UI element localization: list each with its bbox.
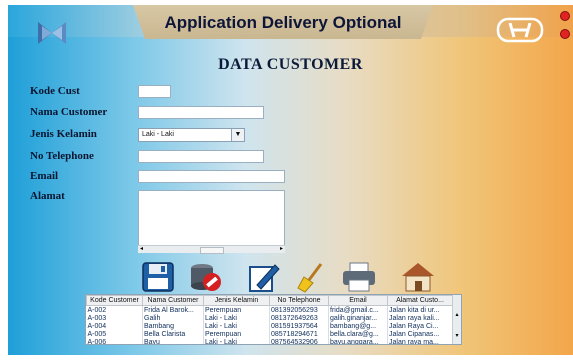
column-header[interactable]: Email: [328, 295, 388, 306]
table-cell: Bayu: [142, 338, 204, 344]
table-cell: 081372649263: [269, 314, 329, 322]
no-telephone-input[interactable]: [138, 150, 264, 163]
table-cell: galih.ginanjar...: [328, 314, 388, 322]
kode-cust-label: Kode Cust: [30, 85, 80, 97]
table-cell: Jalan raya kali...: [387, 314, 453, 322]
dropdown-arrow-icon[interactable]: ▼: [231, 129, 244, 141]
table-cell: Perempuan: [203, 330, 270, 338]
table-cell: A-002: [86, 305, 143, 314]
table-vertical-scrollbar[interactable]: ▴ ▾: [452, 295, 461, 344]
edit-button[interactable]: [244, 259, 284, 295]
home-button[interactable]: [398, 259, 438, 295]
table-cell: Laki - Laki: [203, 314, 270, 322]
customer-table[interactable]: Kode Customer Nama Customer Jenis Kelami…: [85, 294, 462, 345]
table-cell: Jalan kita di ur...: [387, 305, 453, 314]
delete-button[interactable]: [186, 259, 226, 295]
bowtie-logo-icon: [36, 20, 68, 51]
close-icon[interactable]: [560, 29, 570, 39]
clear-icon: [297, 263, 323, 293]
table-cell: Jalan Cipanas...: [387, 330, 453, 338]
edit-icon: [249, 264, 280, 292]
table-cell: Jalan Raya Ci...: [387, 322, 453, 330]
minimize-icon[interactable]: [560, 11, 570, 21]
nama-customer-input[interactable]: [138, 106, 264, 119]
table-cell: bella.clara@g...: [328, 330, 388, 338]
table-cell: Frida Al Barok...: [142, 305, 204, 314]
table-cell: Bambang: [142, 322, 204, 330]
scroll-down-icon[interactable]: ▾: [453, 332, 461, 339]
table-cell: 087564532906: [269, 338, 329, 344]
email-input[interactable]: [138, 170, 285, 183]
table-cell: 085718294671: [269, 330, 329, 338]
table-cell: Jalan raya ma...: [387, 338, 453, 344]
column-header[interactable]: Jenis Kelamin: [203, 295, 270, 306]
table-header-row: Kode Customer Nama Customer Jenis Kelami…: [86, 295, 453, 306]
honda-logo-icon: [496, 17, 544, 48]
no-telephone-label: No Telephone: [30, 150, 94, 162]
app-title: Application Delivery Optional: [164, 13, 402, 32]
nama-customer-label: Nama Customer: [30, 106, 108, 118]
table-cell: A-005: [86, 330, 143, 338]
save-icon: [142, 262, 174, 292]
home-icon: [402, 263, 434, 292]
table-cell: bayu.anggara...: [328, 338, 388, 344]
table-cell: A-004: [86, 322, 143, 330]
scroll-left-icon[interactable]: ◂: [140, 246, 143, 253]
table-cell: 081392056293: [269, 305, 329, 314]
table-row[interactable]: A-005 Bella Clarista Perempuan 085718294671…: [86, 330, 453, 338]
window-controls: [560, 8, 573, 44]
column-header[interactable]: Nama Customer: [142, 295, 204, 306]
jenis-kelamin-select[interactable]: Laki - Laki ▼: [138, 128, 245, 142]
table-row[interactable]: A-006 Bayu Laki - Laki 087564532906 bayu.ang…: [86, 338, 453, 344]
page-title: DATA CUSTOMER: [218, 56, 363, 73]
table-cell: A-003: [86, 314, 143, 322]
scroll-thumb[interactable]: [200, 247, 224, 254]
column-header[interactable]: Kode Customer: [86, 295, 143, 306]
table-row[interactable]: A-004 Bambang Laki - Laki 081591937564 bamba…: [86, 322, 453, 330]
column-header[interactable]: Alamat Custo...: [387, 295, 453, 306]
jenis-kelamin-value: Laki - Laki: [142, 131, 174, 138]
print-icon: [343, 262, 375, 292]
table-cell: Bella Clarista: [142, 330, 204, 338]
table-cell: Galih: [142, 314, 204, 322]
print-button[interactable]: [339, 259, 379, 295]
scroll-right-icon[interactable]: ▸: [280, 246, 283, 253]
table-cell: Laki - Laki: [203, 322, 270, 330]
delete-icon: [191, 264, 221, 291]
table-cell: A-006: [86, 338, 143, 344]
email-label: Email: [30, 170, 59, 182]
scroll-up-icon[interactable]: ▴: [453, 311, 461, 318]
kode-cust-input[interactable]: [138, 85, 171, 98]
clear-button[interactable]: [292, 259, 332, 295]
alamat-scrollbar[interactable]: ◂ ▸: [138, 245, 285, 254]
table-cell: 081591937564: [269, 322, 329, 330]
table-cell: Perempuan: [203, 305, 270, 314]
table-row[interactable]: A-003 Galih Laki - Laki 081372649263 galih.g…: [86, 314, 453, 322]
table-cell: bambang@g...: [328, 322, 388, 330]
app-window: Application Delivery Optional DATA CUSTO…: [8, 5, 573, 355]
save-button[interactable]: [138, 259, 178, 295]
alamat-label: Alamat: [30, 190, 65, 202]
alamat-textarea[interactable]: [138, 190, 285, 253]
customer-table-grid: Kode Customer Nama Customer Jenis Kelami…: [86, 295, 453, 344]
column-header[interactable]: No Telephone: [269, 295, 329, 306]
table-cell: Laki - Laki: [203, 338, 270, 344]
table-row[interactable]: A-002 Frida Al Barok... Perempuan 081392056…: [86, 305, 453, 314]
jenis-kelamin-label: Jenis Kelamin: [30, 128, 97, 140]
table-cell: frida@gmail.c...: [328, 305, 388, 314]
